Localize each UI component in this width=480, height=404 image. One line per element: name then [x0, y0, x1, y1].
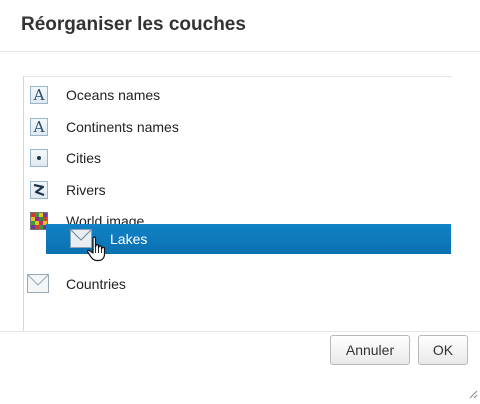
layer-item-countries[interactable]: Countries [24, 271, 452, 299]
title-divider [0, 51, 480, 52]
dialog-title: Réorganiser les couches [21, 14, 246, 35]
layer-list[interactable]: A Oceans names A Continents names Cities… [23, 76, 452, 331]
layer-item-cities[interactable]: Cities [24, 145, 452, 173]
hand-pointer-icon [86, 236, 108, 262]
polygon-symbol-icon [27, 274, 49, 293]
layer-item-continents-names[interactable]: A Continents names [24, 114, 452, 142]
line-symbol-icon [30, 181, 48, 199]
layer-label: Rivers [66, 182, 106, 198]
resize-grip-icon[interactable] [466, 386, 478, 399]
text-symbol-glyph: A [33, 86, 45, 104]
footer-divider [0, 331, 480, 332]
text-symbol-icon: A [30, 86, 48, 104]
layer-label: Countries [66, 276, 126, 292]
layer-item-oceans-names[interactable]: A Oceans names [24, 82, 452, 110]
dragged-layer-label: Lakes [110, 231, 148, 247]
layer-item-rivers[interactable]: Rivers [24, 177, 452, 205]
reorder-layers-dialog: Réorganiser les couches A Oceans names A… [0, 0, 480, 400]
text-symbol-icon: A [30, 118, 48, 136]
point-symbol-icon [30, 149, 48, 167]
layer-label: Oceans names [66, 87, 161, 103]
layer-label: Cities [66, 150, 102, 166]
layer-label: Continents names [66, 119, 179, 135]
ok-button[interactable]: OK [418, 335, 468, 365]
cancel-button[interactable]: Annuler [330, 335, 410, 365]
text-symbol-glyph: A [33, 118, 45, 136]
